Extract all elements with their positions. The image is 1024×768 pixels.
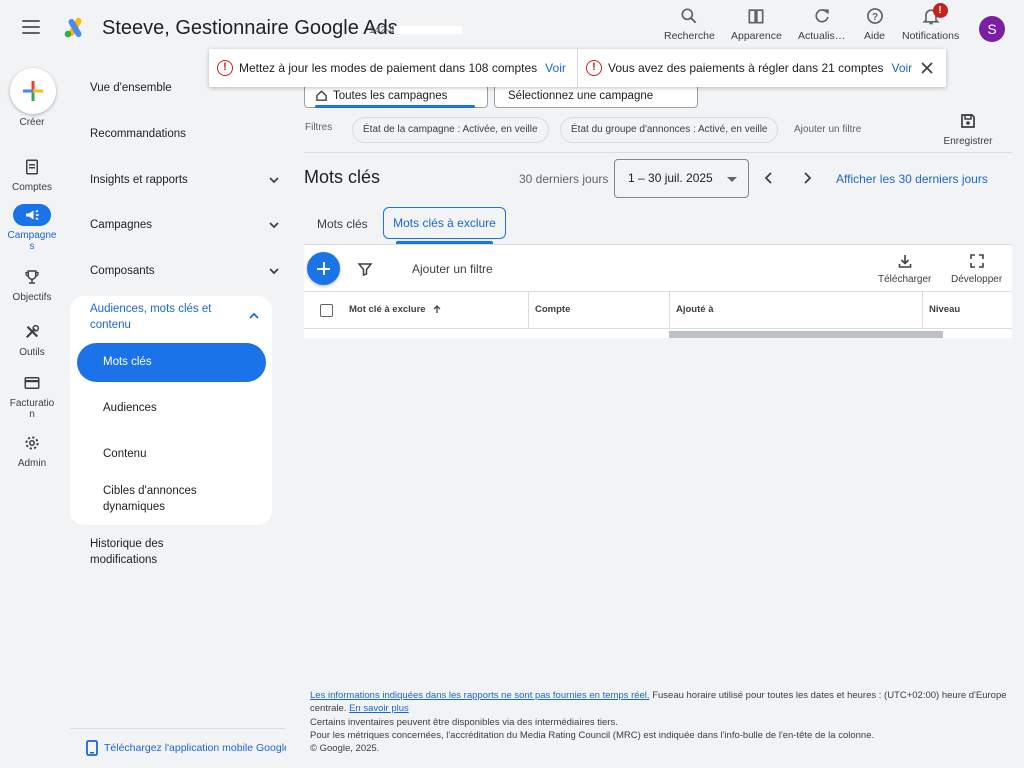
nav-item-recommendations[interactable]: Recommandations (90, 126, 270, 142)
help-icon: ? (866, 8, 883, 24)
arrow-up-icon (433, 305, 441, 314)
accounts-icon (26, 159, 38, 175)
chevron-left-icon[interactable] (761, 170, 777, 186)
download-icon (898, 255, 911, 268)
save-button[interactable]: Enregistrer (940, 112, 996, 147)
all-campaigns-selector[interactable]: Toutes les campagnes (304, 84, 488, 108)
rail-item-admin[interactable]: Admin (0, 432, 64, 469)
chevron-up-icon (249, 312, 259, 319)
date-range-picker[interactable]: 1 – 30 juil. 2025 (614, 159, 749, 198)
nav-subitem-audiences[interactable]: Audiences (103, 400, 283, 416)
notification-bar: ! Mettez à jour les modes de paiement da… (209, 49, 946, 87)
filter-chip-campaign-status[interactable]: État de la campagne : Activée, en veille (352, 117, 549, 143)
fullscreen-icon (969, 254, 984, 268)
date-range-label: 30 derniers jours (519, 172, 609, 186)
gear-icon (25, 436, 39, 450)
notification-payment-methods: ! Mettez à jour les modes de paiement da… (217, 49, 566, 87)
expand-button[interactable]: Développer (951, 253, 1002, 285)
nav-item-campaigns[interactable]: Campagnes (90, 217, 279, 233)
refresh-icon (815, 9, 829, 23)
footer: Les informations indiquées dans les rapp… (310, 690, 1007, 755)
tools-icon (25, 324, 40, 339)
table-header: Mot clé à exclure Compte Ajouté à Niveau (304, 291, 1012, 329)
avatar[interactable]: S (979, 16, 1005, 42)
rail-item-billing[interactable]: Facturatio n (0, 372, 64, 420)
campaign-select[interactable]: Sélectionnez une campagne (494, 84, 698, 108)
rail-item-tools[interactable]: Outils (0, 321, 64, 358)
google-ads-logo (64, 17, 82, 38)
svg-text:?: ? (871, 12, 877, 23)
horizontal-scrollbar[interactable] (669, 331, 943, 338)
nav-item-assets[interactable]: Composants (90, 263, 279, 279)
column-added-to[interactable]: Ajouté à (669, 292, 713, 328)
nav-item-audiences-keywords-content[interactable]: Audiences, mots clés et contenu (90, 301, 259, 333)
billing-icon (24, 377, 40, 389)
column-negative-keyword[interactable]: Mot clé à exclure (342, 292, 442, 328)
filter-chip-adgroup-status[interactable]: État du groupe d'annonces : Activé, en v… (560, 117, 779, 143)
phone-icon (86, 740, 98, 756)
tab-keywords[interactable]: Mots clés (317, 217, 368, 231)
notifications-button[interactable]: Notifications ! (902, 3, 959, 46)
notification-badge: ! (932, 3, 948, 18)
left-rail: Créer Comptes Campagne s Objectifs Outil… (0, 58, 64, 768)
plus-icon (23, 81, 43, 101)
add-negative-keyword-button[interactable] (307, 252, 340, 285)
select-all-checkbox[interactable] (320, 304, 333, 317)
menu-icon[interactable] (22, 20, 40, 34)
create-button[interactable] (10, 68, 56, 114)
table-add-filter[interactable]: Ajouter un filtre (412, 262, 493, 276)
chevron-down-icon (269, 268, 279, 275)
error-icon: ! (586, 60, 602, 76)
rail-item-accounts[interactable]: Comptes (0, 156, 64, 193)
home-icon (316, 90, 327, 101)
column-account[interactable]: Compte (528, 292, 570, 328)
mobile-app-link[interactable]: Téléchargez l'application mobile Google … (86, 740, 286, 756)
rail-item-campaigns[interactable]: Campagne s (0, 204, 64, 252)
error-icon: ! (217, 60, 233, 76)
search-icon (681, 8, 697, 24)
side-nav: Vue d'ensemble Recommandations Insights … (70, 58, 286, 768)
account-id-redaction (394, 26, 462, 34)
chevron-down-icon (269, 222, 279, 229)
header-divider (304, 152, 1012, 153)
realtime-info-link[interactable]: Les informations indiquées dans les rapp… (310, 690, 650, 701)
rail-item-goals[interactable]: Objectifs (0, 266, 64, 303)
nav-subitem-keywords[interactable]: Mots clés (77, 343, 266, 382)
app-title: Steeve, Gestionnaire Google Ads (102, 17, 398, 39)
dropdown-caret-icon (727, 177, 737, 182)
search-button[interactable]: Recherche (664, 6, 715, 46)
nav-subitem-content[interactable]: Contenu (103, 446, 283, 462)
appearance-button[interactable]: Apparence (731, 6, 782, 46)
nav-subitem-dynamic-ad-targets[interactable]: Cibles d'annonces dynamiques (103, 483, 233, 515)
appearance-icon (748, 9, 764, 24)
view-link[interactable]: Voir (892, 61, 913, 75)
column-level[interactable]: Niveau (922, 292, 960, 328)
trophy-icon (25, 270, 39, 284)
download-button[interactable]: Télécharger (878, 253, 931, 285)
learn-more-link[interactable]: En savoir plus (349, 703, 409, 714)
refresh-button[interactable]: Actualis… (798, 6, 845, 46)
add-filter-link[interactable]: Ajouter un filtre (794, 124, 861, 135)
tab-negative-keywords[interactable]: Mots clés à exclure (383, 207, 506, 239)
create-label: Créer (19, 117, 45, 128)
view-link[interactable]: Voir (545, 61, 566, 75)
chevron-down-icon (269, 177, 279, 184)
megaphone-icon (26, 209, 39, 221)
notification-payments-due: ! Vous avez des paiements à régler dans … (586, 49, 912, 87)
nav-divider (70, 728, 285, 729)
help-button[interactable]: ? Aide (864, 6, 885, 46)
page-title: Mots clés (304, 167, 381, 187)
nav-item-change-history[interactable]: Historique des modifications (90, 536, 200, 568)
filters-label: Filtres (305, 122, 333, 133)
chevron-right-icon[interactable] (799, 170, 815, 186)
close-icon[interactable] (921, 62, 933, 74)
filter-icon[interactable] (357, 261, 373, 277)
save-icon (961, 114, 975, 128)
nav-item-insights[interactable]: Insights et rapports (90, 172, 279, 188)
show-last-30-days-link[interactable]: Afficher les 30 derniers jours (836, 172, 988, 186)
